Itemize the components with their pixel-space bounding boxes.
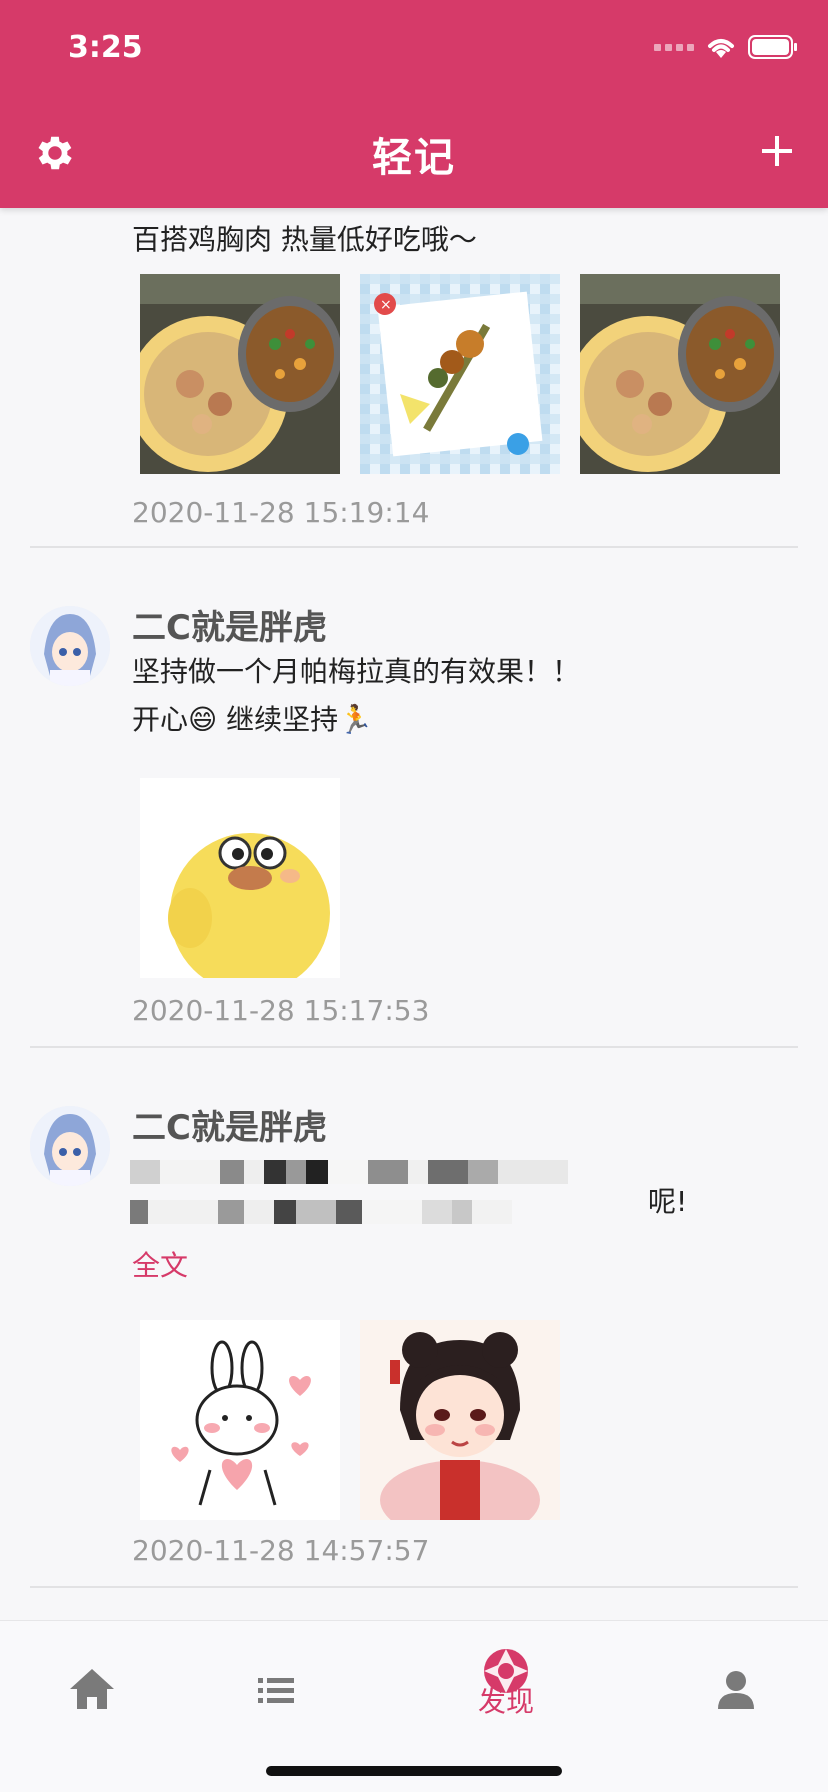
battery-icon [748, 34, 798, 60]
post-text-line: 坚持做一个月帕梅拉真的有效果！！ [132, 655, 581, 688]
anime-avatar [30, 606, 110, 686]
redacted-text [130, 1200, 512, 1224]
bunny-hearts-sticker [140, 1320, 340, 1520]
plus-icon [762, 136, 792, 166]
cellular-signal-icon [654, 43, 694, 51]
page-title: 轻记 [372, 135, 456, 181]
person-icon [718, 1671, 754, 1709]
anime-avatar [30, 1106, 110, 1186]
svg-text:×: × [380, 297, 392, 313]
wifi-icon [704, 34, 738, 60]
home-indicator [266, 1766, 562, 1776]
girl-illustration [360, 1320, 560, 1520]
redacted-text [130, 1160, 568, 1184]
add-button[interactable] [758, 132, 796, 170]
post-image[interactable]: × [360, 274, 560, 474]
post-image[interactable] [140, 1320, 340, 1520]
status-icons [654, 34, 798, 60]
food-plate-photo [580, 274, 780, 474]
avatar[interactable] [30, 606, 110, 686]
post-username[interactable]: 二C就是胖虎 [132, 600, 327, 649]
home-icon [70, 1669, 114, 1709]
tab-list[interactable] [236, 1651, 316, 1731]
post-text-end: 呢! [648, 1185, 688, 1218]
post-timestamp: 2020-11-28 15:17:53 [132, 994, 430, 1027]
skewer-sticker: × [360, 274, 560, 474]
status-time: 3:25 [68, 30, 143, 65]
food-plate-photo [140, 274, 340, 474]
post-timestamp: 2020-11-28 14:57:57 [132, 1534, 430, 1567]
post-card: 二C就是胖虎 坚持做一个月帕梅拉真的有效果！！ 开心😄 继续坚持🏃 2020-1… [30, 548, 798, 1048]
tab-profile[interactable] [696, 1651, 776, 1731]
tab-home[interactable] [52, 1651, 132, 1731]
post-image[interactable] [140, 778, 340, 978]
post-image[interactable] [360, 1320, 560, 1520]
post-text-line: 开心😄 继续坚持🏃 [132, 703, 373, 736]
read-more-link[interactable]: 全文 [132, 1244, 188, 1284]
post-image[interactable] [140, 274, 340, 474]
avatar[interactable] [30, 1106, 110, 1186]
tab-discover-label[interactable]: 发现 [478, 1680, 534, 1720]
nav-header: 3:25 轻记 [0, 0, 828, 208]
post-image[interactable] [580, 274, 780, 474]
list-icon [258, 1678, 294, 1703]
post-card: 百搭鸡胸肉 热量低好吃哦～ × 2020-11-28 15:19:14 [30, 208, 798, 548]
yellow-duck-sticker [140, 778, 340, 978]
post-text: 百搭鸡胸肉 热量低好吃哦～ [132, 223, 477, 256]
post-card: 二C就是胖虎 呢! 全文 2020-11-28 14:57:57 [30, 1048, 798, 1588]
post-timestamp: 2020-11-28 15:19:14 [132, 496, 430, 529]
feed-list[interactable]: 百搭鸡胸肉 热量低好吃哦～ × 2020-11-28 15:19:14 二C就是… [0, 208, 828, 1620]
post-username[interactable]: 二C就是胖虎 [132, 1100, 327, 1149]
